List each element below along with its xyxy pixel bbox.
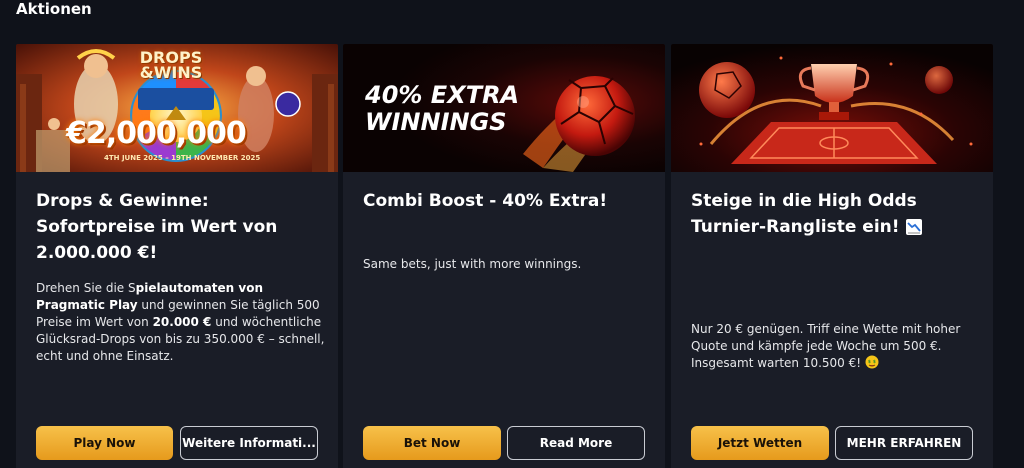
card-title: Combi Boost - 40% Extra! — [363, 191, 608, 211]
svg-text:$: $ — [873, 359, 876, 364]
card-description: Same bets, just with more winnings. — [363, 257, 582, 271]
card-title: Steige in die High Odds Turnier-Ranglist… — [691, 188, 981, 240]
extra-winnings-headline: 40% EXTRA WINNINGS — [365, 81, 520, 136]
promo-card-high-odds: Steige in die High Odds Turnier-Ranglist… — [671, 44, 993, 468]
drops-wins-amount: €2,000,000 — [66, 116, 247, 151]
drops-wins-banner[interactable]: DROPS &WINS €2,000,000 4TH JUNE 2025 – 1… — [16, 44, 338, 172]
chart-decreasing-icon — [905, 218, 923, 236]
read-more-button[interactable]: Read More — [507, 426, 645, 460]
money-face-icon: $ $ — [865, 355, 879, 369]
mehr-erfahren-button[interactable]: MEHR ERFAHREN — [835, 426, 973, 460]
play-now-button[interactable]: Play Now — [36, 426, 173, 460]
bet-now-button[interactable]: Bet Now — [363, 426, 501, 460]
high-odds-banner[interactable] — [671, 44, 993, 172]
card-title: Drops & Gewinne: Sofortpreise im Wert vo… — [36, 191, 278, 263]
drops-wins-headline: DROPS &WINS — [139, 48, 203, 82]
promo-card-drops-wins: DROPS &WINS €2,000,000 4TH JUNE 2025 – 1… — [16, 44, 338, 468]
trophy-stadium-art — [671, 44, 993, 172]
card-description: Nur 20 € genügen. Triff eine Wette mit h… — [691, 322, 961, 370]
jetzt-wetten-button[interactable]: Jetzt Wetten — [691, 426, 829, 460]
promo-card-combi-boost: 40% EXTRA WINNINGS Combi Boost - 40% Ext… — [343, 44, 665, 468]
drops-wins-dates: 4TH JUNE 2025 – 19TH NOVEMBER 2025 — [104, 154, 261, 162]
combi-boost-banner[interactable]: 40% EXTRA WINNINGS — [343, 44, 665, 172]
card-description: Drehen Sie die Spielautomaten von Pragma… — [36, 281, 325, 363]
more-info-button[interactable]: Weitere Informati... — [180, 426, 318, 460]
svg-text:$: $ — [868, 359, 871, 364]
section-title: Aktionen — [16, 0, 92, 18]
